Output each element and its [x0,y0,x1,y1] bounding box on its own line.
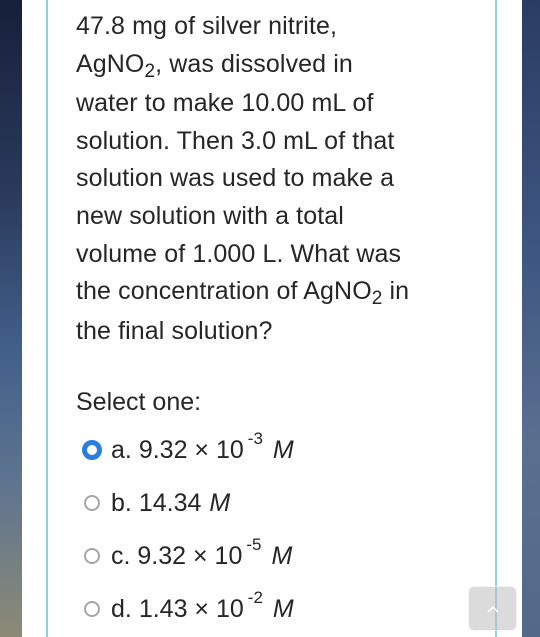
option-letter: a. [111,435,132,464]
option-c[interactable]: c. 9.32 × 10 -5 M [84,535,293,571]
option-unit: M [271,541,293,570]
question-box: 47.8 mg of silver nitrite, AgNO2, was di… [46,0,497,637]
option-unit: M [272,435,294,464]
chevron-up-icon [486,605,499,613]
question-line: solution was used to make a [76,164,395,193]
question-line: new solution with a total [76,201,344,230]
question-line: water to make 10.00 mL of [76,89,374,118]
question-line: the final solution? [76,316,273,345]
question-line: AgNO2, was dissolved in [76,49,353,82]
question-line: solution. Then 3.0 mL of that [76,126,395,155]
option-exponent: -2 [247,588,263,607]
option-unit: M [209,488,231,517]
option-d[interactable]: d. 1.43 × 10 -2 M [84,588,294,624]
select-one-label: Select one: [76,388,202,416]
option-value: 9.32 × 10 [137,541,243,570]
radio-selected-icon[interactable] [82,440,102,460]
background-right [522,0,540,637]
option-value: 1.43 × 10 [138,594,244,623]
radio-icon[interactable] [84,495,100,511]
option-letter: d. [111,594,132,623]
question-text: 47.8 mg of silver nitrite, AgNO2, was di… [76,8,476,350]
option-exponent: -5 [246,535,262,554]
question-line: 47.8 mg of silver nitrite, [76,12,338,40]
scroll-to-top-button[interactable] [468,586,517,631]
option-letter: c. [111,541,131,570]
radio-icon[interactable] [84,601,100,617]
option-a[interactable]: a. 9.32 × 10 -3 M [82,429,294,465]
option-unit: M [272,594,294,623]
option-value: 14.34 [138,488,202,517]
option-value: 9.32 × 10 [138,435,244,464]
option-letter: b. [111,488,132,517]
quiz-card: 47.8 mg of silver nitrite, AgNO2, was di… [22,0,522,637]
question-line: the concentration of AgNO2 in [76,277,410,310]
option-exponent: -3 [247,429,263,448]
question-line: volume of 1.000 L. What was [76,239,402,268]
option-b[interactable]: b. 14.34 M [84,488,230,518]
radio-icon[interactable] [84,548,100,564]
background-left [0,0,22,637]
